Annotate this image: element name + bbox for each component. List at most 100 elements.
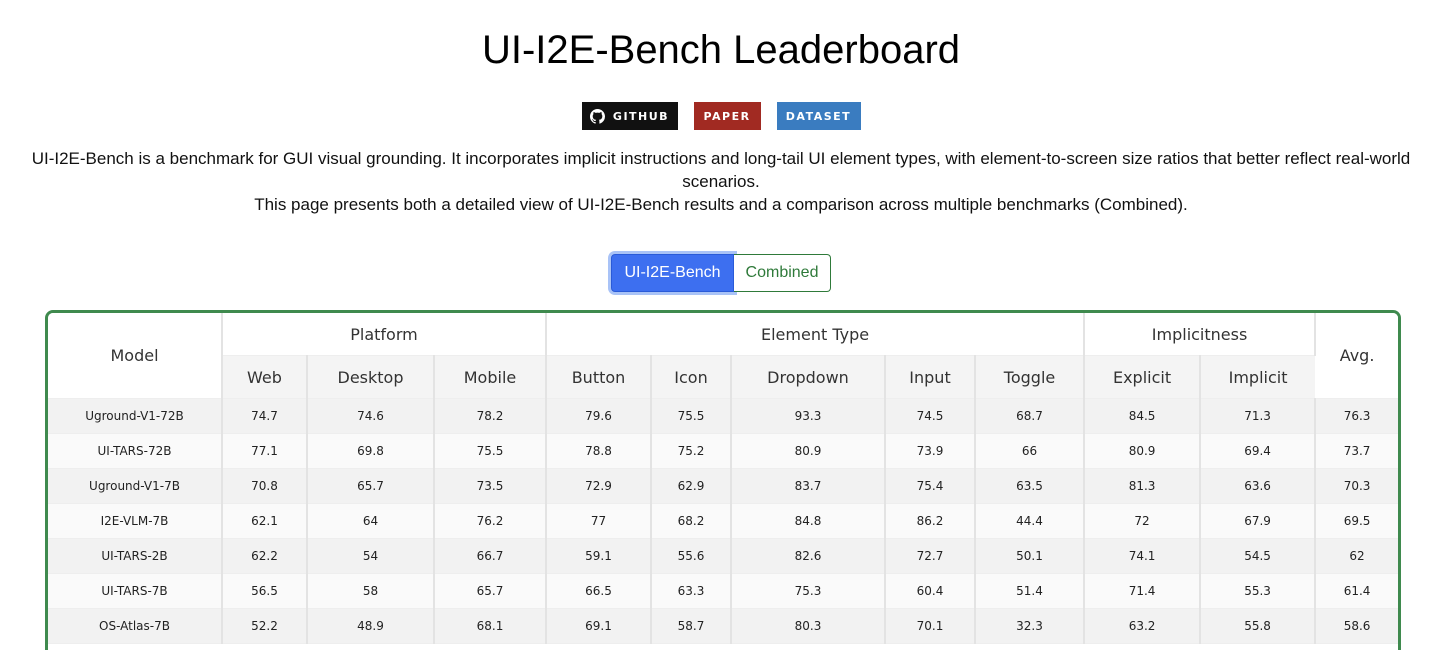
score-cell: 55.8	[1200, 608, 1317, 644]
subheader-row: Web Desktop Mobile Button Icon Dropdown Input T…	[48, 355, 1398, 399]
score-cell: 78.2	[434, 398, 547, 434]
score-cell: 63.2	[1084, 608, 1202, 644]
score-cell: 54	[307, 538, 435, 574]
description-line-2: This page presents both a detailed view …	[254, 195, 1188, 214]
table-row: OS-Atlas-7B 52.2 48.9 68.1 69.1 58.7 80.3 70.1 3…	[48, 608, 1398, 644]
model-name-cell: UI-TARS-7B	[48, 573, 223, 609]
column-header[interactable]: Dropdown	[731, 355, 886, 399]
header-element-type: Element Type	[546, 313, 1086, 356]
column-header[interactable]: Desktop	[307, 355, 435, 399]
score-cell: 50.1	[975, 538, 1086, 574]
page-title: UI-I2E-Bench Leaderboard	[481, 28, 961, 72]
leaderboard-table: Model Platform Element Type Implicitness…	[48, 313, 1398, 644]
score-cell: 72.7	[885, 538, 976, 574]
score-cell: 58.7	[651, 608, 732, 644]
header-model[interactable]: Model	[48, 313, 223, 399]
header-avg[interactable]: Avg.	[1315, 313, 1398, 399]
column-header[interactable]: Explicit	[1084, 355, 1202, 399]
score-cell: 93.3	[731, 398, 886, 434]
score-cell: 32.3	[975, 608, 1086, 644]
score-cell: 69.4	[1200, 433, 1317, 469]
score-cell: 58	[307, 573, 435, 609]
score-cell: 70.3	[1315, 468, 1398, 504]
score-cell: 56.5	[222, 573, 308, 609]
score-cell: 73.9	[885, 433, 976, 469]
score-cell: 68.7	[975, 398, 1086, 434]
score-cell: 74.7	[222, 398, 308, 434]
score-cell: 58.6	[1315, 608, 1398, 644]
table-row: Uground-V1-7B 70.8 65.7 73.5 72.9 62.9 83.7 75.…	[48, 468, 1398, 504]
score-cell: 75.2	[651, 433, 732, 469]
column-header[interactable]: Implicit	[1200, 355, 1316, 399]
leaderboard-table-container: Model Platform Element Type Implicitness…	[45, 310, 1401, 650]
score-cell: 66	[975, 433, 1086, 469]
paper-button[interactable]: PAPER	[693, 102, 761, 130]
score-cell: 67.9	[1200, 503, 1317, 539]
score-cell: 65.7	[434, 573, 547, 609]
header-platform: Platform	[222, 313, 547, 356]
tab-combined[interactable]: Combined	[734, 254, 831, 292]
score-cell: 75.5	[651, 398, 732, 434]
column-header[interactable]: Toggle	[975, 355, 1086, 399]
score-cell: 55.6	[651, 538, 732, 574]
score-cell: 51.4	[975, 573, 1086, 609]
dataset-label: DATASET	[785, 109, 852, 123]
score-cell: 68.2	[651, 503, 732, 539]
score-cell: 77	[546, 503, 652, 539]
score-cell: 76.3	[1315, 398, 1398, 434]
score-cell: 62.9	[651, 468, 732, 504]
column-header[interactable]: Button	[546, 355, 652, 399]
score-cell: 81.3	[1084, 468, 1202, 504]
model-name-cell: UI-TARS-2B	[48, 538, 223, 574]
score-cell: 76.2	[434, 503, 547, 539]
score-cell: 63.3	[651, 573, 732, 609]
score-cell: 66.5	[546, 573, 652, 609]
score-cell: 70.1	[885, 608, 976, 644]
table-row: UI-TARS-72B 77.1 69.8 75.5 78.8 75.2 80.9 73.9 6…	[48, 433, 1398, 469]
score-cell: 63.6	[1200, 468, 1317, 504]
score-cell: 86.2	[885, 503, 976, 539]
table-body: Uground-V1-72B 74.7 74.6 78.2 79.6 75.5 93.3 74…	[48, 398, 1398, 644]
score-cell: 55.3	[1200, 573, 1317, 609]
score-cell: 52.2	[222, 608, 308, 644]
dataset-button[interactable]: DATASET	[776, 102, 861, 130]
score-cell: 79.6	[546, 398, 652, 434]
model-name-cell: Uground-V1-72B	[48, 398, 223, 434]
score-cell: 72	[1084, 503, 1202, 539]
score-cell: 80.9	[731, 433, 886, 469]
score-cell: 75.5	[434, 433, 547, 469]
table-row: UI-TARS-2B 62.2 54 66.7 59.1 55.6 82.6 72.7 50.1…	[48, 538, 1398, 574]
score-cell: 63.5	[975, 468, 1086, 504]
score-cell: 60.4	[885, 573, 976, 609]
github-button[interactable]: GITHUB	[581, 102, 678, 130]
score-cell: 62	[1315, 538, 1398, 574]
score-cell: 48.9	[307, 608, 435, 644]
column-header[interactable]: Input	[885, 355, 976, 399]
header-implicitness: Implicitness	[1084, 313, 1317, 356]
score-cell: 78.8	[546, 433, 652, 469]
score-cell: 84.8	[731, 503, 886, 539]
score-cell: 80.3	[731, 608, 886, 644]
score-cell: 71.4	[1084, 573, 1202, 609]
score-cell: 66.7	[434, 538, 547, 574]
column-header[interactable]: Icon	[651, 355, 732, 399]
score-cell: 82.6	[731, 538, 886, 574]
tab-ui-i2e-bench[interactable]: UI-I2E-Bench	[611, 254, 734, 292]
score-cell: 73.5	[434, 468, 547, 504]
table-row: UI-TARS-7B 56.5 58 65.7 66.5 63.3 75.3 60.4 51.4…	[48, 573, 1398, 609]
model-name-cell: OS-Atlas-7B	[48, 608, 223, 644]
score-cell: 83.7	[731, 468, 886, 504]
model-name-cell: Uground-V1-7B	[48, 468, 223, 504]
score-cell: 84.5	[1084, 398, 1202, 434]
score-cell: 44.4	[975, 503, 1086, 539]
score-cell: 75.3	[731, 573, 886, 609]
score-cell: 70.8	[222, 468, 308, 504]
table-row: I2E-VLM-7B 62.1 64 76.2 77 68.2 84.8 86.2 44.4 72…	[48, 503, 1398, 539]
view-toggle: UI-I2E-Bench Combined	[611, 254, 831, 292]
model-name-cell: UI-TARS-72B	[48, 433, 223, 469]
score-cell: 69.1	[546, 608, 652, 644]
score-cell: 75.4	[885, 468, 976, 504]
column-header[interactable]: Mobile	[434, 355, 547, 399]
column-header[interactable]: Web	[222, 355, 308, 399]
model-name-cell: I2E-VLM-7B	[48, 503, 223, 539]
